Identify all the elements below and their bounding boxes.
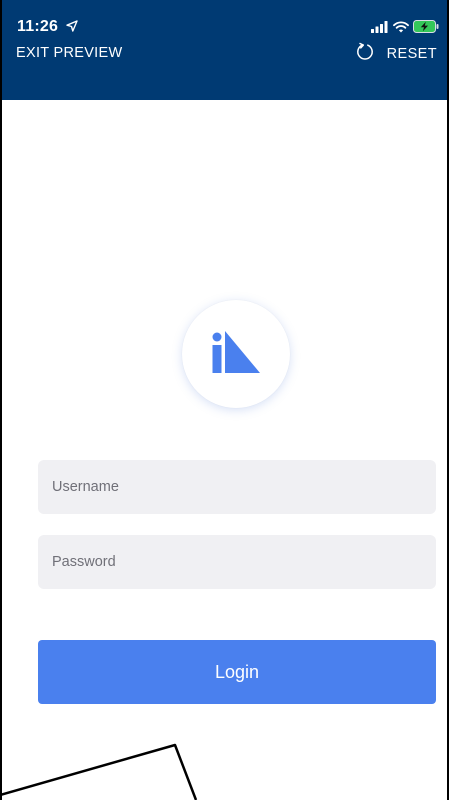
drawn-annotation-lines <box>0 743 198 800</box>
app-logo-icon <box>211 330 261 379</box>
phone-screen: 11:26 EXIT PREVIEW RESET Username Login <box>0 0 449 800</box>
login-button[interactable]: Login <box>38 640 436 704</box>
password-input[interactable] <box>38 535 436 589</box>
reset-button[interactable]: RESET <box>355 42 437 66</box>
reset-label: RESET <box>386 46 437 62</box>
exit-preview-button[interactable]: EXIT PREVIEW <box>16 45 122 61</box>
status-time-text: 11:26 <box>17 18 59 35</box>
refresh-icon <box>355 42 375 66</box>
app-logo <box>182 300 290 408</box>
battery-charging-icon <box>413 20 439 38</box>
username-input[interactable] <box>38 460 436 514</box>
wifi-icon <box>393 20 409 38</box>
preview-header: 11:26 EXIT PREVIEW RESET <box>2 0 447 100</box>
status-icons <box>371 20 439 38</box>
location-arrow-icon <box>66 19 78 37</box>
signal-bars-icon <box>371 20 389 38</box>
status-time: 11:26 <box>17 18 78 37</box>
